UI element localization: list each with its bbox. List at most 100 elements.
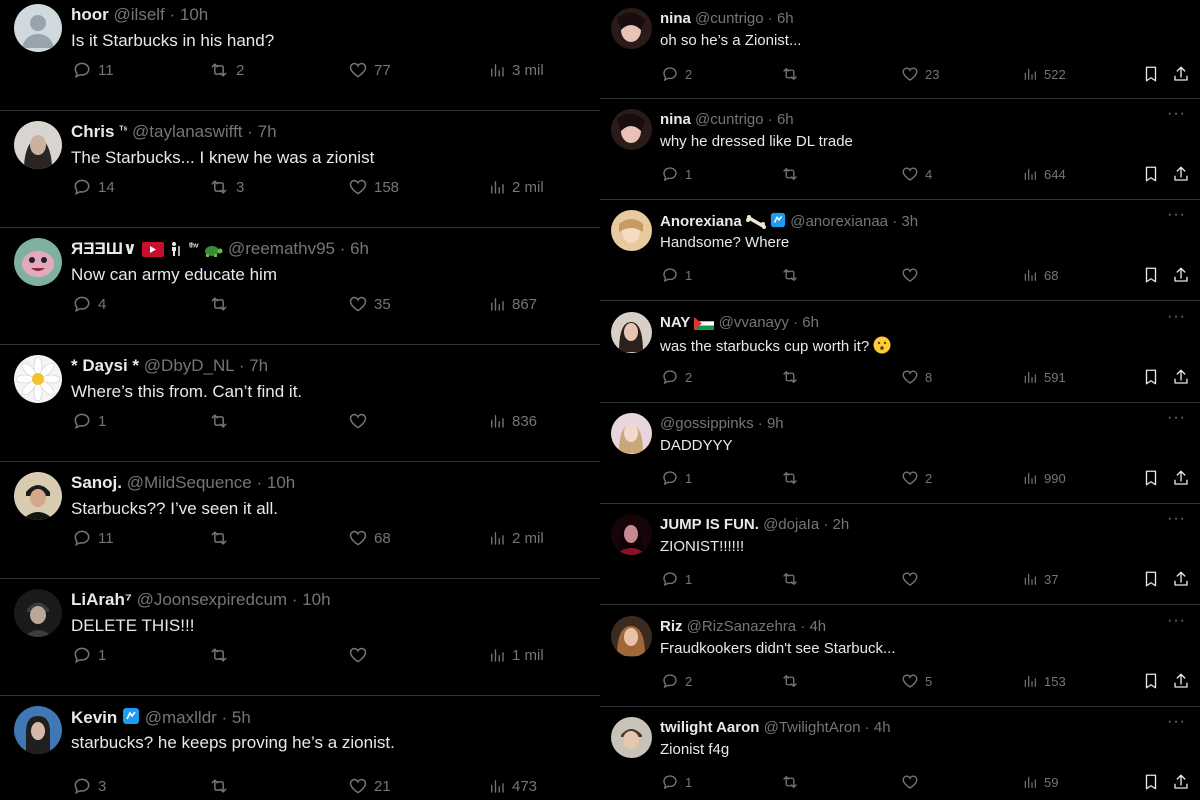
display-name[interactable]: JUMP IS FUN. — [660, 516, 759, 533]
repost-button[interactable] — [780, 165, 806, 183]
bookmark-button[interactable] — [1142, 469, 1160, 487]
reply-button[interactable]: 14 — [72, 177, 115, 197]
reply-tweet[interactable]: Sanoj. @MildSequence · 10h Starbucks?? I… — [0, 462, 600, 579]
repost-button[interactable] — [208, 776, 236, 796]
avatar[interactable] — [611, 312, 652, 353]
display-name[interactable]: twilight Aaron — [660, 719, 759, 736]
more-options-button[interactable]: ··· — [1167, 308, 1186, 326]
like-button[interactable] — [901, 570, 925, 588]
timestamp[interactable]: · 9h — [758, 415, 784, 432]
reply-button[interactable]: 1 — [72, 411, 106, 431]
like-button[interactable]: 4 — [901, 165, 932, 183]
username[interactable]: @DbyD_NL — [144, 356, 234, 375]
views-button[interactable]: 473 — [488, 776, 537, 796]
avatar[interactable] — [611, 8, 652, 49]
username[interactable]: @maxlldr — [145, 708, 217, 727]
reply-button[interactable]: 11 — [72, 528, 114, 548]
username[interactable]: @ilself — [114, 5, 165, 24]
display-name[interactable]: * Daysi * — [71, 356, 139, 375]
reply-tweet[interactable]: ··· JUMP IS FUN. @dojaIa · 2h ZIONIST!!!… — [600, 504, 1200, 605]
like-button[interactable]: 5 — [901, 672, 932, 690]
timestamp[interactable]: · 10h — [256, 473, 295, 492]
views-button[interactable]: 2 mil — [488, 528, 544, 548]
repost-button[interactable] — [780, 570, 806, 588]
bookmark-button[interactable] — [1142, 65, 1160, 83]
like-button[interactable] — [348, 645, 374, 665]
username[interactable]: @vvanayy — [719, 314, 789, 331]
reply-tweet[interactable]: ··· @gossippinks · 9h DADDYYY 1 2 990 — [600, 403, 1200, 504]
display-name[interactable]: LiArah⁷ — [71, 590, 132, 609]
views-button[interactable]: 37 — [1022, 570, 1058, 588]
share-button[interactable] — [1172, 672, 1190, 690]
bookmark-button[interactable] — [1142, 165, 1160, 183]
bookmark-button[interactable] — [1142, 266, 1160, 284]
avatar[interactable] — [611, 413, 652, 454]
avatar[interactable] — [14, 121, 62, 169]
avatar[interactable] — [14, 589, 62, 637]
bookmark-button[interactable] — [1142, 773, 1160, 791]
timestamp[interactable]: · 10h — [170, 5, 209, 24]
display-name[interactable]: Anorexiana — [660, 213, 742, 230]
bookmark-button[interactable] — [1142, 570, 1160, 588]
timestamp[interactable]: · 6h — [768, 111, 794, 128]
like-button[interactable]: 68 — [348, 528, 391, 548]
reply-tweet[interactable]: ··· NAY @vvanayy · 6h was the starbucks … — [600, 302, 1200, 403]
reply-button[interactable]: 1 — [661, 570, 692, 588]
display-name[interactable]: Chris — [71, 122, 114, 141]
repost-button[interactable] — [780, 368, 806, 386]
username[interactable]: @MildSequence — [127, 473, 252, 492]
reply-tweet[interactable]: ··· Riz @RizSanazehra · 4h Fraudkookers … — [600, 606, 1200, 707]
avatar[interactable] — [14, 4, 62, 52]
like-button[interactable] — [901, 773, 925, 791]
share-button[interactable] — [1172, 368, 1190, 386]
reply-button[interactable]: 4 — [72, 294, 106, 314]
avatar[interactable] — [14, 706, 62, 754]
avatar[interactable] — [14, 355, 62, 403]
reply-tweet[interactable]: ··· Anorexiana @anorexianaa · 3h Handsom… — [600, 200, 1200, 301]
username[interactable]: @anorexianaa — [790, 213, 888, 230]
display-name[interactable]: Sanoj. — [71, 473, 122, 492]
reply-tweet[interactable]: ··· twilight Aaron @TwilightAron · 4h Zi… — [600, 707, 1200, 800]
username[interactable]: @Joonsexpiredcum — [137, 590, 288, 609]
share-button[interactable] — [1172, 773, 1190, 791]
reply-button[interactable]: 1 — [661, 469, 692, 487]
avatar[interactable] — [611, 109, 652, 150]
views-button[interactable]: 990 — [1022, 469, 1066, 487]
like-button[interactable] — [901, 266, 925, 284]
share-button[interactable] — [1172, 469, 1190, 487]
avatar[interactable] — [611, 616, 652, 657]
share-button[interactable] — [1172, 65, 1190, 83]
username[interactable]: @taylanaswifft — [132, 122, 243, 141]
views-button[interactable]: 836 — [488, 411, 537, 431]
display-name[interactable]: nina — [660, 10, 691, 27]
reply-tweet[interactable]: ЯƎƎШ∨ ᵗʰᵛ @reemathv95 · 6h Now can army … — [0, 228, 600, 345]
avatar[interactable] — [611, 514, 652, 555]
timestamp[interactable]: · 7h — [239, 356, 268, 375]
views-button[interactable]: 591 — [1022, 368, 1066, 386]
username[interactable]: @TwilightAron — [764, 719, 861, 736]
repost-button[interactable]: 3 — [208, 177, 244, 197]
timestamp[interactable]: · 6h — [768, 10, 794, 27]
timestamp[interactable]: · 5h — [222, 708, 251, 727]
timestamp[interactable]: · 4h — [800, 618, 826, 635]
like-button[interactable]: 158 — [348, 177, 399, 197]
repost-button[interactable] — [208, 294, 236, 314]
timestamp[interactable]: · 4h — [865, 719, 891, 736]
repost-button[interactable] — [208, 411, 236, 431]
reply-tweet[interactable]: LiArah⁷ @Joonsexpiredcum · 10h DELETE TH… — [0, 579, 600, 696]
reply-button[interactable]: 3 — [72, 776, 106, 796]
more-options-button[interactable]: ··· — [1167, 409, 1186, 427]
username[interactable]: @RizSanazehra — [687, 618, 796, 635]
timestamp[interactable]: · 2h — [823, 516, 849, 533]
reply-tweet[interactable]: hoor @ilself · 10h Is it Starbucks in hi… — [0, 0, 600, 111]
bookmark-button[interactable] — [1142, 672, 1160, 690]
like-button[interactable]: 21 — [348, 776, 391, 796]
display-name[interactable]: Riz — [660, 618, 683, 635]
reply-button[interactable]: 1 — [661, 266, 692, 284]
repost-button[interactable] — [780, 266, 806, 284]
more-options-button[interactable]: ··· — [1167, 105, 1186, 123]
username[interactable]: @reemathv95 — [228, 239, 335, 258]
views-button[interactable]: 68 — [1022, 266, 1058, 284]
views-button[interactable]: 522 — [1022, 65, 1066, 83]
like-button[interactable]: 2 — [901, 469, 932, 487]
